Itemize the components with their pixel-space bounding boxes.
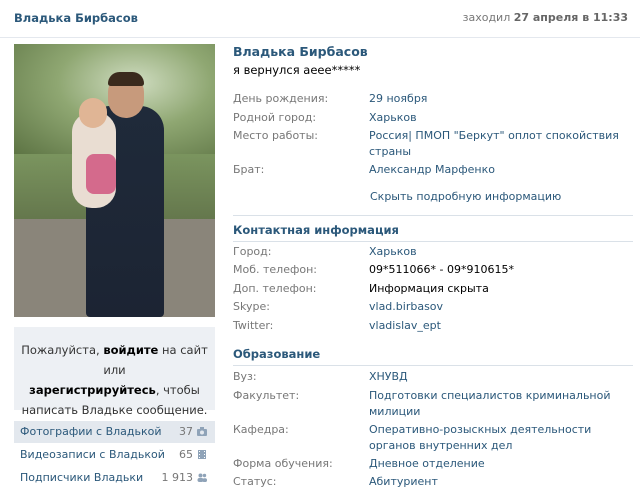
divider (233, 215, 633, 216)
login-link[interactable]: войдите (103, 343, 158, 357)
msg-text-4: написать Владьке сообщение. (21, 403, 208, 417)
photo-child-clothes (86, 154, 116, 194)
people-icon (197, 473, 207, 482)
divider (233, 365, 633, 366)
birthday-value[interactable]: 29 ноября (369, 91, 631, 107)
info-label: Twitter: (233, 319, 274, 332)
edu-status-value[interactable]: Абитуриент (369, 474, 631, 490)
info-label: Статус: (233, 475, 277, 488)
hide-details-link[interactable]: Скрыть подробную информацию (370, 190, 561, 203)
contact-title: Контактная информация (233, 223, 399, 237)
info-label: Форма обучения: (233, 457, 333, 470)
faculty-value[interactable]: Подготовки специалистов криминальной мил… (369, 388, 631, 420)
info-label: Родной город: (233, 111, 317, 124)
profile-status: я вернулся аеее***** (233, 63, 361, 77)
msg-text-1: Пожалуйста, (21, 343, 100, 357)
videos-link-label: Видеозаписи с Владькой (20, 448, 165, 461)
photo-hair (108, 72, 144, 86)
last-seen-time: 27 апреля в 11:33 (513, 11, 628, 24)
education-section-title: Образование (233, 347, 633, 366)
followers-link[interactable]: Подписчики Владьки 1 913 (14, 467, 215, 489)
info-label: Вуз: (233, 370, 257, 383)
contact-section-title: Контактная информация (233, 223, 633, 242)
info-label: Место работы: (233, 129, 318, 142)
profile-name: Владька Бирбасов (233, 44, 368, 59)
study-form-value[interactable]: Дневное отделение (369, 456, 631, 472)
followers-link-label: Подписчики Владьки (20, 471, 144, 484)
last-seen: заходил 27 апреля в 11:33 (463, 11, 628, 24)
education-title: Образование (233, 347, 321, 361)
info-label: День рождения: (233, 92, 329, 105)
university-value[interactable]: ХНУВД (369, 369, 631, 385)
register-link[interactable]: зарегистрируйтесь (29, 383, 156, 397)
info-label: Кафедра: (233, 423, 289, 436)
photos-link[interactable]: Фотографии с Владькой 37 (14, 421, 215, 443)
skype-value[interactable]: vlad.birbasov (369, 299, 631, 315)
city-value[interactable]: Харьков (369, 244, 631, 260)
followers-count: 1 913 (161, 471, 194, 484)
divider (233, 241, 633, 242)
phone2-value: Информация скрыта (369, 282, 489, 295)
info-label: Доп. телефон: (233, 282, 317, 295)
hometown-value[interactable]: Харьков (369, 110, 631, 126)
brother-value[interactable]: Александр Марфенко (369, 162, 631, 178)
photos-count: 37 (179, 425, 193, 438)
profile-photo[interactable] (14, 44, 215, 317)
twitter-value[interactable]: vladislav_ept (369, 318, 631, 334)
videos-count: 65 (179, 448, 193, 461)
work-value[interactable]: Россия| ПМОП "Беркут" оплот спокойствия … (369, 128, 631, 160)
login-message-box: Пожалуйста, войдите на сайт или зарегист… (14, 327, 215, 417)
department-value[interactable]: Оперативно-розыскных деятельности органо… (369, 422, 631, 454)
mobile-value: 09*511066* - 09*910615* (369, 263, 514, 276)
header-profile-name[interactable]: Владька Бирбасов (14, 11, 138, 25)
info-label: Skype: (233, 300, 270, 313)
photo-child-head (79, 98, 107, 128)
photos-link-label: Фотографии с Владькой (20, 425, 162, 438)
camera-icon (197, 427, 207, 436)
film-icon (198, 450, 206, 459)
msg-text-3: , чтобы (155, 383, 200, 397)
videos-link[interactable]: Видеозаписи с Владькой 65 (14, 444, 215, 466)
last-seen-prefix: заходил (462, 11, 511, 24)
info-label: Город: (233, 245, 272, 258)
info-label: Факультет: (233, 389, 300, 402)
info-label: Брат: (233, 163, 265, 176)
info-label: Моб. телефон: (233, 263, 318, 276)
top-bar: Владька Бирбасов заходил 27 апреля в 11:… (0, 0, 640, 38)
